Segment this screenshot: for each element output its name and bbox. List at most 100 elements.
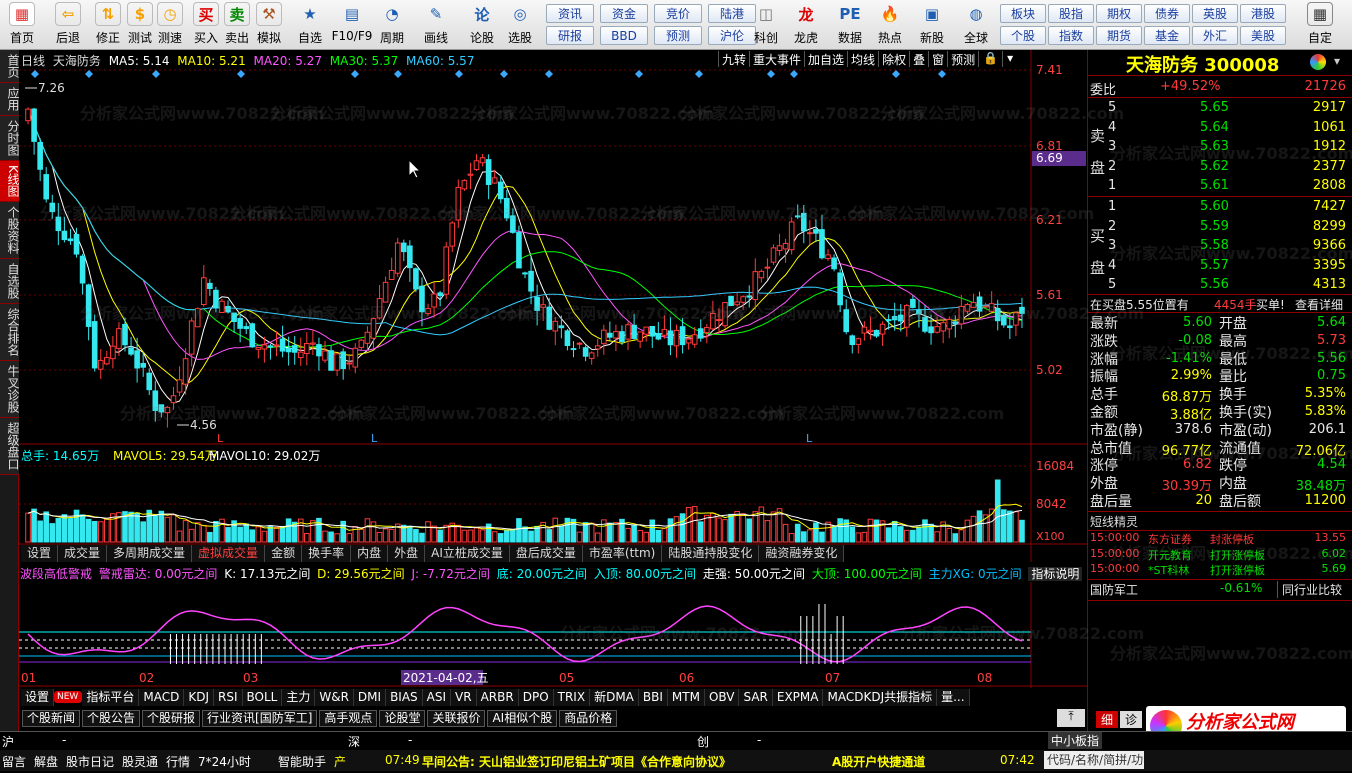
indicator-tab-23[interactable]: 量... xyxy=(937,688,970,706)
info-tab-7[interactable]: AI相似个股 xyxy=(487,709,558,727)
volume-tab-12[interactable]: 融资融券变化 xyxy=(759,544,845,562)
info-tab-6[interactable]: 关联报价 xyxy=(427,709,486,727)
market-button-1-5[interactable]: 美股 xyxy=(1240,26,1286,45)
volume-tab-11[interactable]: 陆股通持股变化 xyxy=(662,544,760,562)
chart-btn-0[interactable]: 九转 xyxy=(718,51,749,67)
volume-tab-6[interactable]: 内盘 xyxy=(351,544,389,562)
indicator-tab-6[interactable]: BOLL xyxy=(242,688,283,706)
index-idx_cy[interactable]: 创 xyxy=(697,733,709,750)
volume-tab-1[interactable]: 成交量 xyxy=(58,544,108,562)
timer-button[interactable]: ◷ 测速 xyxy=(154,2,186,48)
indicator-tab-14[interactable]: DPO xyxy=(518,688,554,706)
left-tab-4[interactable]: 个股资料 xyxy=(0,201,20,259)
select-stock-button[interactable]: ◎ 选股 xyxy=(504,2,536,48)
new-stock-button[interactable]: ▣ 新股 xyxy=(914,2,950,48)
volume-tab-10[interactable]: 市盈率(ttm) xyxy=(582,544,663,562)
indicator-tab-9[interactable]: DMI xyxy=(353,688,387,706)
back-button[interactable]: ⇦ 后退 xyxy=(52,2,84,48)
bottom-link-0[interactable]: 留言 xyxy=(2,753,26,770)
sector-row[interactable]: 国防军工 -0.61% 同行业比较 xyxy=(1088,581,1346,600)
indicator-tab-15[interactable]: TRIX xyxy=(553,688,591,706)
indicator-tab-4[interactable]: KDJ xyxy=(184,688,214,706)
revise-button[interactable]: ⇅ 修正 xyxy=(92,2,124,48)
kline-chart[interactable]: 7.416.816.215.615.026.697.264.56L L L总手: 1… xyxy=(19,50,1087,562)
info-tab-0[interactable]: 个股新闻 xyxy=(22,709,81,727)
side-tab-1[interactable]: 诊 xyxy=(1120,711,1143,728)
buy-level-1[interactable]: 1 5.60 7427 xyxy=(1088,197,1346,216)
volume-tab-8[interactable]: AI立桩成交量 xyxy=(425,544,510,562)
chart-btn-1[interactable]: 重大事件 xyxy=(749,51,804,67)
home-button[interactable]: ▦ 首页 xyxy=(6,2,38,48)
order-alert[interactable]: 在买盘5.55位置有 4454手 买单! 查看详细 xyxy=(1088,294,1346,313)
market-button-1-4[interactable]: 外汇 xyxy=(1192,26,1238,45)
indicator-tab-10[interactable]: BIAS xyxy=(386,688,423,706)
left-tab-6[interactable]: 综合排名 xyxy=(0,303,20,361)
indicator-tab-18[interactable]: MTM xyxy=(667,688,705,706)
buy-level-5[interactable]: 5 5.56 4313 xyxy=(1088,275,1346,294)
indicator-tab-12[interactable]: VR xyxy=(451,688,477,706)
grid-button-0-2[interactable]: 竞价 xyxy=(654,4,702,23)
search-input[interactable]: 代码/名称/简拼/功能 xyxy=(1044,751,1144,769)
left-tab-1[interactable]: 应用 xyxy=(0,83,20,116)
index-idx_sh[interactable]: 沪 xyxy=(2,733,14,750)
sell-button[interactable]: 卖卖出 xyxy=(221,2,253,48)
menu-icon[interactable]: ▾ xyxy=(1002,51,1017,67)
volume-tab-3[interactable]: 虚拟成交量 xyxy=(192,544,266,562)
menu-icon[interactable]: ▾ xyxy=(1334,54,1340,68)
indicator-tab-3[interactable]: MACD xyxy=(139,688,185,706)
backtest-button[interactable]: $ 测试 xyxy=(124,2,156,48)
left-tab-2[interactable]: 分时图 xyxy=(0,116,20,161)
global-button[interactable]: ◍ 全球 xyxy=(958,2,994,48)
indicator-tab-7[interactable]: 主力 xyxy=(282,688,316,706)
info-tab-1[interactable]: 个股公告 xyxy=(82,709,141,727)
left-tab-5[interactable]: 自选股 xyxy=(0,258,20,304)
period-button[interactable]: ◔ 周期 xyxy=(376,2,408,48)
news-ticker[interactable]: 早间公告: 天山铝业签订印尼铝土矿项目《合作意向协议》 xyxy=(422,753,731,770)
colorful-logo-icon[interactable] xyxy=(1310,54,1326,70)
bottom-link-1[interactable]: 解盘 xyxy=(34,753,58,770)
market-button-1-1[interactable]: 指数 xyxy=(1048,26,1094,45)
market-button-0-1[interactable]: 股指 xyxy=(1048,4,1094,23)
volume-tab-4[interactable]: 金额 xyxy=(265,544,303,562)
forum-button[interactable]: 论论股 xyxy=(466,2,498,48)
grid-button-1-1[interactable]: BBD xyxy=(600,26,648,45)
grid-button-0-0[interactable]: 资讯 xyxy=(546,4,594,23)
lock-icon[interactable]: 🔒 xyxy=(978,51,1002,67)
indicator-tab-1[interactable]: NEW xyxy=(54,691,83,703)
market-button-1-3[interactable]: 基金 xyxy=(1144,26,1190,45)
volume-tab-0[interactable]: 设置 xyxy=(21,544,59,562)
indicator-tab-0[interactable]: 设置 xyxy=(21,688,55,706)
index-sme[interactable]: 中小板指 xyxy=(1048,732,1103,749)
dragon-button[interactable]: 龙龙虎 xyxy=(788,2,824,48)
market-button-0-2[interactable]: 期权 xyxy=(1096,4,1142,23)
sell-level-2[interactable]: 2 5.62 2377 xyxy=(1088,157,1346,176)
indicator-tab-11[interactable]: ASI xyxy=(422,688,452,706)
indicator-chart[interactable]: 01 02 03 2021-04-02,五 05 06 07 08 xyxy=(19,582,1087,688)
market-button-0-0[interactable]: 板块 xyxy=(1000,4,1046,23)
buy-button[interactable]: 买买入 xyxy=(190,2,222,48)
bottom-link-3[interactable]: 股灵通 xyxy=(122,753,158,770)
draw-button[interactable]: ✎ 画线 xyxy=(420,2,452,48)
volume-tab-9[interactable]: 盘后成交量 xyxy=(509,544,583,562)
bottom-link-4[interactable]: 行情 xyxy=(166,753,190,770)
collapse-icon[interactable]: ⤒ xyxy=(1057,709,1085,727)
bottom-link-7[interactable]: 产 xyxy=(334,753,346,770)
info-tab-4[interactable]: 高手观点 xyxy=(319,709,378,727)
info-tab-5[interactable]: 论股堂 xyxy=(379,709,426,727)
market-button-0-4[interactable]: 英股 xyxy=(1192,4,1238,23)
chart-btn-4[interactable]: 除权 xyxy=(878,51,909,67)
indicator-tab-22[interactable]: MACDKDJ共振指标 xyxy=(823,688,938,706)
buy-level-3[interactable]: 3 5.58 9366 xyxy=(1088,236,1346,255)
indicator-tab-16[interactable]: 新DMA xyxy=(590,688,639,706)
market-button-1-2[interactable]: 期货 xyxy=(1096,26,1142,45)
market-button-0-5[interactable]: 港股 xyxy=(1240,4,1286,23)
info-tab-8[interactable]: 商品价格 xyxy=(559,709,618,727)
sell-level-4[interactable]: 4 5.64 1061 xyxy=(1088,118,1346,137)
info-tab-2[interactable]: 个股研报 xyxy=(142,709,201,727)
sell-level-3[interactable]: 3 5.63 1912 xyxy=(1088,137,1346,156)
grid-button-1-0[interactable]: 研报 xyxy=(546,26,594,45)
indicator-tab-5[interactable]: RSI xyxy=(214,688,243,706)
index-idx_sz[interactable]: 深 xyxy=(348,733,360,750)
chart-btn-6[interactable]: 窗 xyxy=(928,51,947,67)
grid-button-1-2[interactable]: 预测 xyxy=(654,26,702,45)
